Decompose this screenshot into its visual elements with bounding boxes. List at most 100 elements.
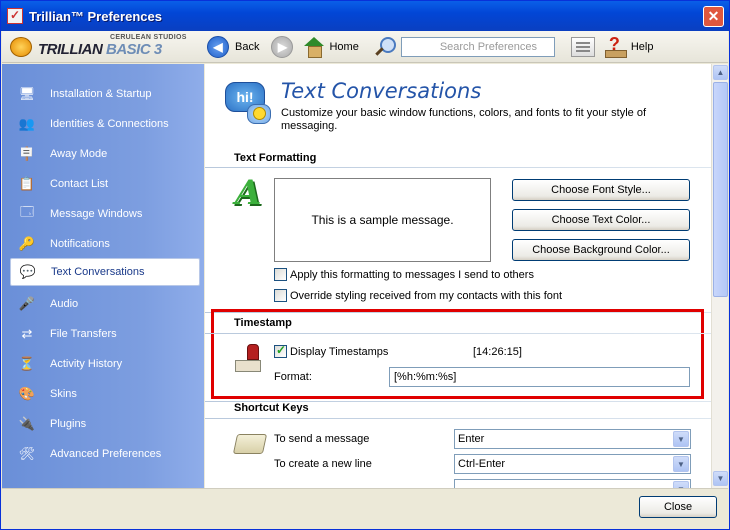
sidebar-item-skins[interactable]: 🎨 Skins <box>10 380 200 408</box>
sidebar-item-label: Identities & Connections <box>50 118 169 130</box>
display-timestamps-label: Display Timestamps <box>290 345 389 358</box>
sidebar-item-message-windows[interactable]: 🗔 Message Windows <box>10 200 200 228</box>
contact-list-icon: 📋 <box>18 176 36 191</box>
notification-key-icon: 🔑 <box>18 236 36 251</box>
away-sign-icon: 🪧 <box>18 146 36 161</box>
override-styling-checkbox[interactable] <box>274 289 287 302</box>
sidebar-item-advanced[interactable]: 🛠 Advanced Preferences <box>10 440 200 468</box>
new-line-label: To create a new line <box>274 458 372 470</box>
sidebar-item-identities[interactable]: 👥 Identities & Connections <box>10 110 200 138</box>
text-conversations-icon: hi! <box>225 82 273 128</box>
close-button[interactable]: Close <box>639 496 717 518</box>
section-divider <box>205 418 711 419</box>
scroll-up-icon[interactable]: ▲ <box>713 65 728 80</box>
file-transfer-icon: ⇄ <box>21 326 33 341</box>
choose-background-color-button[interactable]: Choose Background Color... <box>512 239 690 261</box>
scroll-thumb[interactable] <box>713 82 728 297</box>
back-label: Back <box>235 40 260 53</box>
plugin-icon: 🔌 <box>18 416 36 431</box>
logo-studio: CERULEAN STUDIOS <box>110 33 187 41</box>
sidebar-item-notifications[interactable]: 🔑 Notifications <box>10 230 200 258</box>
section-text-formatting-title: Text Formatting <box>234 152 317 164</box>
home-label: Home <box>329 40 359 53</box>
window-title: Trillian™ Preferences <box>29 8 162 24</box>
timestamp-format-input[interactable]: [%h:%m:%s] <box>389 367 690 387</box>
forward-button[interactable]: ▶ <box>271 35 299 58</box>
chat-bubble-icon: 💬 <box>19 264 37 279</box>
logo-edition: BASIC 3 <box>106 40 162 58</box>
advanced-tools-icon: 🛠 <box>18 446 36 461</box>
home-button[interactable]: Home <box>303 36 359 58</box>
footer-bar <box>2 488 728 529</box>
apply-formatting-label: Apply this formatting to messages I send… <box>290 268 534 281</box>
message-window-icon: 🗔 <box>19 204 35 219</box>
sidebar-item-label: Installation & Startup <box>50 88 152 100</box>
trillian-logo: CERULEAN STUDIOS TRILLIAN BASIC 3 <box>10 33 195 59</box>
choose-text-color-button[interactable]: Choose Text Color... <box>512 209 690 231</box>
section-shortcut-keys-title: Shortcut Keys <box>234 402 309 414</box>
sidebar-item-installation[interactable]: 🖥 Installation & Startup <box>10 80 200 108</box>
sidebar-item-label: Contact List <box>50 178 109 190</box>
sidebar-item-away-mode[interactable]: 🪧 Away Mode <box>10 140 200 168</box>
skins-palette-icon: 🎨 <box>18 386 36 401</box>
third-shortcut-select[interactable]: ▼ <box>454 479 691 488</box>
page-title: Text Conversations <box>281 79 482 103</box>
sidebar-item-label: Text Conversations <box>51 266 145 278</box>
sidebar-item-label: Advanced Preferences <box>50 448 162 460</box>
sidebar-item-contact-list[interactable]: 📋 Contact List <box>10 170 200 198</box>
logo-brand: TRILLIAN <box>38 40 103 58</box>
back-arrow-icon: ◀ <box>207 35 229 58</box>
sample-message-preview: This is a sample message. <box>274 178 491 262</box>
page-description: Customize your basic window functions, c… <box>281 107 646 132</box>
apply-formatting-checkbox[interactable] <box>274 268 287 281</box>
sidebar-item-audio[interactable]: 🎤 Audio <box>10 290 200 318</box>
new-line-select[interactable]: Ctrl-Enter ▼ <box>454 454 691 474</box>
search-input[interactable]: Search Preferences <box>400 36 555 57</box>
override-styling-checkbox-row[interactable]: Override styling received from my contac… <box>274 289 562 302</box>
sidebar-item-label: Skins <box>50 388 77 400</box>
help-icon[interactable] <box>604 34 627 58</box>
override-styling-label: Override styling received from my contac… <box>290 289 563 302</box>
send-message-select[interactable]: Enter ▼ <box>454 429 691 449</box>
preferences-content: hi! Text Conversations Customize your ba… <box>205 64 711 488</box>
choose-font-style-button[interactable]: Choose Font Style... <box>512 179 690 201</box>
section-divider <box>205 333 711 334</box>
sidebar-item-label: Message Windows <box>50 208 143 220</box>
format-label: Format: <box>274 371 312 383</box>
display-timestamps-checkbox[interactable] <box>274 343 287 358</box>
back-button[interactable]: ◀ Back <box>207 35 260 58</box>
monitor-icon: 🖥 <box>18 86 36 101</box>
title-bar[interactable]: Trillian™ Preferences ✕ <box>1 1 729 31</box>
new-line-value: Ctrl-Enter <box>458 458 506 470</box>
sidebar-item-plugins[interactable]: 🔌 Plugins <box>10 410 200 438</box>
people-icon: 👥 <box>18 116 36 131</box>
preferences-window: Trillian™ Preferences ✕ CERULEAN STUDIOS… <box>0 0 730 530</box>
trillian-swirl-icon <box>10 36 32 57</box>
timestamp-stamp-icon <box>235 342 267 374</box>
sidebar-item-label: Plugins <box>50 418 87 430</box>
magnifier-icon <box>373 36 396 58</box>
section-timestamp-title: Timestamp <box>234 317 292 329</box>
help-label[interactable]: Help <box>631 41 654 53</box>
sidebar-item-text-conversations[interactable]: 💬 Text Conversations <box>10 258 200 286</box>
apply-formatting-checkbox-row[interactable]: Apply this formatting to messages I send… <box>274 268 534 281</box>
sidebar-item-file-transfers[interactable]: ⇄ File Transfers <box>10 320 200 348</box>
chevron-down-icon[interactable]: ▼ <box>673 456 689 472</box>
chevron-down-icon[interactable]: ▼ <box>673 431 689 447</box>
sidebar-item-label: Notifications <box>50 238 110 250</box>
scroll-down-icon[interactable]: ▼ <box>713 471 728 486</box>
section-divider <box>205 167 711 168</box>
send-message-label: To send a message <box>274 433 370 445</box>
content-scrollbar[interactable]: ▲ ▼ <box>711 64 728 488</box>
sidebar-item-activity-history[interactable]: ⏳ Activity History <box>10 350 200 378</box>
sidebar-item-label: Away Mode <box>50 148 108 160</box>
trillian-app-icon <box>7 8 23 24</box>
sidebar-item-label: Audio <box>50 298 79 310</box>
display-timestamps-checkbox-row[interactable]: Display Timestamps <box>274 343 389 358</box>
list-view-icon[interactable] <box>570 36 595 57</box>
chevron-down-icon[interactable]: ▼ <box>673 481 689 488</box>
smiley-icon <box>253 107 266 120</box>
microphone-icon: 🎤 <box>18 296 36 311</box>
window-close-button[interactable]: ✕ <box>703 6 724 27</box>
sidebar-item-label: Activity History <box>50 358 123 370</box>
